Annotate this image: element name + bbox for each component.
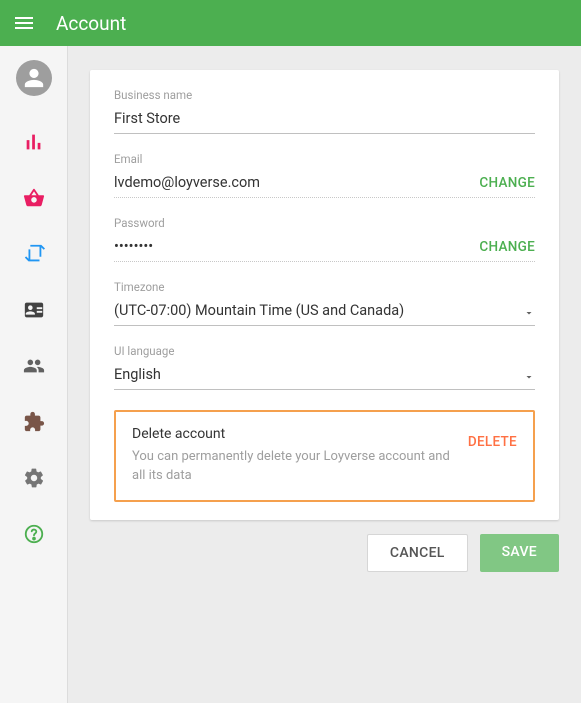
sidebar-item-help[interactable]	[0, 506, 68, 562]
sidebar-item-reports[interactable]	[0, 114, 68, 170]
cancel-button[interactable]: CANCEL	[367, 534, 468, 572]
sidebar-item-customers[interactable]	[0, 338, 68, 394]
main-content: Business name Email lvdemo@loyverse.com …	[68, 46, 581, 703]
field-email: Email lvdemo@loyverse.com CHANGE	[114, 152, 535, 198]
language-value: English	[114, 364, 535, 385]
language-label: UI language	[114, 344, 535, 358]
password-label: Password	[114, 216, 535, 230]
account-card: Business name Email lvdemo@loyverse.com …	[90, 70, 559, 520]
sidebar-item-inventory[interactable]	[0, 226, 68, 282]
delete-button[interactable]: DELETE	[468, 426, 517, 450]
menu-icon[interactable]	[12, 11, 36, 35]
field-timezone: Timezone (UTC-07:00) Mountain Time (US a…	[114, 280, 535, 326]
avatar[interactable]	[16, 60, 52, 96]
chevron-down-icon	[523, 368, 535, 387]
change-email-button[interactable]: CHANGE	[479, 175, 535, 191]
sidebar-item-employees[interactable]	[0, 282, 68, 338]
sidebar-item-items[interactable]	[0, 170, 68, 226]
sidebar-item-integrations[interactable]	[0, 394, 68, 450]
language-select[interactable]: English	[114, 364, 535, 390]
email-value: lvdemo@loyverse.com	[114, 172, 479, 193]
field-business-name: Business name	[114, 88, 535, 134]
page-title: Account	[56, 12, 126, 35]
timezone-value: (UTC-07:00) Mountain Time (US and Canada…	[114, 300, 535, 321]
email-label: Email	[114, 152, 535, 166]
app-header: Account	[0, 0, 581, 46]
timezone-label: Timezone	[114, 280, 535, 294]
business-name-input[interactable]	[114, 108, 535, 129]
chevron-down-icon	[523, 304, 535, 323]
delete-account-title: Delete account	[132, 426, 456, 442]
field-language: UI language English	[114, 344, 535, 390]
delete-account-desc: You can permanently delete your Loyverse…	[132, 448, 456, 486]
change-password-button[interactable]: CHANGE	[479, 239, 535, 255]
action-buttons: CANCEL SAVE	[90, 534, 559, 572]
field-password: Password •••••••• CHANGE	[114, 216, 535, 262]
password-value: ••••••••	[114, 236, 479, 257]
sidebar	[0, 46, 68, 703]
timezone-select[interactable]: (UTC-07:00) Mountain Time (US and Canada…	[114, 300, 535, 326]
delete-account-box: Delete account You can permanently delet…	[114, 410, 535, 502]
sidebar-item-settings[interactable]	[0, 450, 68, 506]
save-button[interactable]: SAVE	[480, 534, 559, 572]
business-name-label: Business name	[114, 88, 535, 102]
